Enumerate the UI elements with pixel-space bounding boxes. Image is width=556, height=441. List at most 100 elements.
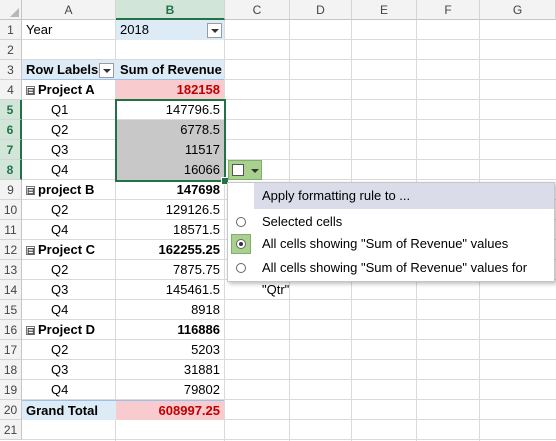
filter-label-cell[interactable]: Year <box>22 20 116 40</box>
row-header-5[interactable]: 5 <box>0 100 22 120</box>
label-text: Q2 <box>51 342 69 357</box>
row-header-2[interactable]: 2 <box>0 40 22 60</box>
label-text: Q1 <box>51 102 69 117</box>
radio-checked-icon <box>236 239 246 249</box>
menu-title: Apply formatting rule to ... <box>254 183 554 209</box>
spreadsheet-grid: ABCDEFG 1 2 3 4 5 6 7 8 9 10 11 12 13 14 15 16 17 18 19 20 2… <box>0 0 556 441</box>
pivot-item-value[interactable]: 5203 <box>116 340 224 360</box>
option-all-sum-of-revenue-for-qtr[interactable]: All cells showing "Sum of Revenue" value… <box>228 257 554 297</box>
column-header-a[interactable]: A <box>22 0 116 20</box>
collapse-icon[interactable]: ⊟ <box>26 186 35 196</box>
row-header-20[interactable]: 20 <box>0 400 22 420</box>
column-header-c[interactable]: C <box>225 0 290 20</box>
gridline-vertical <box>224 20 225 441</box>
pivot-item-value[interactable]: 18571.5 <box>116 220 224 240</box>
pivot-group-label[interactable]: ⊟ Project D <box>22 320 116 340</box>
column-header-b[interactable]: B <box>116 0 225 20</box>
pivot-item-label[interactable]: Q4 <box>22 160 116 180</box>
filter-dropdown-button[interactable] <box>207 23 222 38</box>
select-all-corner[interactable] <box>0 0 22 20</box>
pivot-item-label[interactable]: Q4 <box>22 220 116 240</box>
pivot-item-label[interactable]: Q1 <box>22 100 116 120</box>
pivot-item-value[interactable]: 147796.5 <box>116 100 224 120</box>
label-text: Q4 <box>51 162 69 177</box>
pivot-group-label[interactable]: ⊟ Project A <box>22 80 116 100</box>
pivot-item-value[interactable]: 129126.5 <box>116 200 224 220</box>
formatting-options-button[interactable] <box>228 160 262 180</box>
label-text: Project D <box>38 322 96 337</box>
row-header-13[interactable]: 13 <box>0 260 22 280</box>
pivot-item-value[interactable]: 8918 <box>116 300 224 320</box>
collapse-icon[interactable]: ⊟ <box>26 246 35 256</box>
chevron-down-icon <box>251 169 259 173</box>
pivot-item-label[interactable]: Q3 <box>22 280 116 300</box>
radio-icon <box>236 263 246 273</box>
column-header-d[interactable]: D <box>290 0 352 20</box>
row-header-4[interactable]: 4 <box>0 80 22 100</box>
pivot-item-value[interactable]: 145461.5 <box>116 280 224 300</box>
label-text: Q4 <box>51 302 69 317</box>
label-text: Q4 <box>51 382 69 397</box>
row-header-12[interactable]: 12 <box>0 240 22 260</box>
pivot-group-value[interactable]: 147698 <box>116 180 224 200</box>
label-text: Q4 <box>51 222 69 237</box>
row-header-11[interactable]: 11 <box>0 220 22 240</box>
row-header-8[interactable]: 8 <box>0 160 22 180</box>
pivot-item-value[interactable]: 7875.75 <box>116 260 224 280</box>
pivot-item-label[interactable]: Q2 <box>22 120 116 140</box>
label-text: project B <box>38 182 95 197</box>
label-text: Project C <box>38 242 96 257</box>
option-all-sum-of-revenue[interactable]: All cells showing "Sum of Revenue" value… <box>228 233 554 255</box>
row-header-14[interactable]: 14 <box>0 280 22 300</box>
row-header-9[interactable]: 9 <box>0 180 22 200</box>
row-header-3[interactable]: 3 <box>0 60 22 80</box>
row-labels-dropdown-button[interactable] <box>99 63 114 78</box>
pivot-item-value[interactable]: 79802 <box>116 380 224 400</box>
pivot-item-label[interactable]: Q2 <box>22 340 116 360</box>
column-header-e[interactable]: E <box>352 0 417 20</box>
row-header-6[interactable]: 6 <box>0 120 22 140</box>
pivot-item-label[interactable]: Q3 <box>22 360 116 380</box>
row-header-19[interactable]: 19 <box>0 380 22 400</box>
row-header-15[interactable]: 15 <box>0 300 22 320</box>
row-header-7[interactable]: 7 <box>0 140 22 160</box>
row-header-10[interactable]: 10 <box>0 200 22 220</box>
pivot-item-label[interactable]: Q4 <box>22 300 116 320</box>
pivot-item-label[interactable]: Q2 <box>22 260 116 280</box>
pivot-group-label[interactable]: ⊟ Project C <box>22 240 116 260</box>
pivot-group-value[interactable]: 116886 <box>116 320 224 340</box>
label-text: Q2 <box>51 202 69 217</box>
row-header-18[interactable]: 18 <box>0 360 22 380</box>
pivot-group-value[interactable]: 162255.25 <box>116 240 224 260</box>
formatting-options-menu: Apply formatting rule to ... Selected ce… <box>227 182 555 297</box>
radio-icon <box>236 217 246 227</box>
pivot-item-value[interactable]: 16066 <box>116 160 224 180</box>
grand-total-value[interactable]: 608997.25 <box>116 400 224 420</box>
pivot-group-label[interactable]: ⊟ project B <box>22 180 116 200</box>
label-text: Q2 <box>51 262 69 277</box>
column-header-g[interactable]: G <box>480 0 556 20</box>
label-text: Q3 <box>51 282 69 297</box>
collapse-icon[interactable]: ⊟ <box>26 86 35 96</box>
row-header-17[interactable]: 17 <box>0 340 22 360</box>
formatting-options-icon <box>232 164 244 176</box>
grand-total-label[interactable]: Grand Total <box>22 400 116 420</box>
pivot-item-value[interactable]: 11517 <box>116 140 224 160</box>
pivot-group-value[interactable]: 182158 <box>116 80 224 100</box>
row-header-16[interactable]: 16 <box>0 320 22 340</box>
collapse-icon[interactable]: ⊟ <box>26 326 35 336</box>
pivot-item-label[interactable]: Q2 <box>22 200 116 220</box>
pivot-item-label[interactable]: Q4 <box>22 380 116 400</box>
row-header-21[interactable]: 21 <box>0 420 22 440</box>
label-text: Project A <box>38 82 95 97</box>
pivot-item-value[interactable]: 31881 <box>116 360 224 380</box>
sum-of-revenue-header[interactable]: Sum of Revenue <box>116 60 224 80</box>
column-header-f[interactable]: F <box>417 0 480 20</box>
label-text: Q2 <box>51 122 69 137</box>
row-header-1[interactable]: 1 <box>0 20 22 40</box>
pivot-item-label[interactable]: Q3 <box>22 140 116 160</box>
option-label: Selected cells <box>262 214 343 229</box>
option-label: All cells showing "Sum of Revenue" value… <box>262 260 528 297</box>
pivot-item-value[interactable]: 6778.5 <box>116 120 224 140</box>
option-selected-cells[interactable]: Selected cells <box>228 211 554 233</box>
